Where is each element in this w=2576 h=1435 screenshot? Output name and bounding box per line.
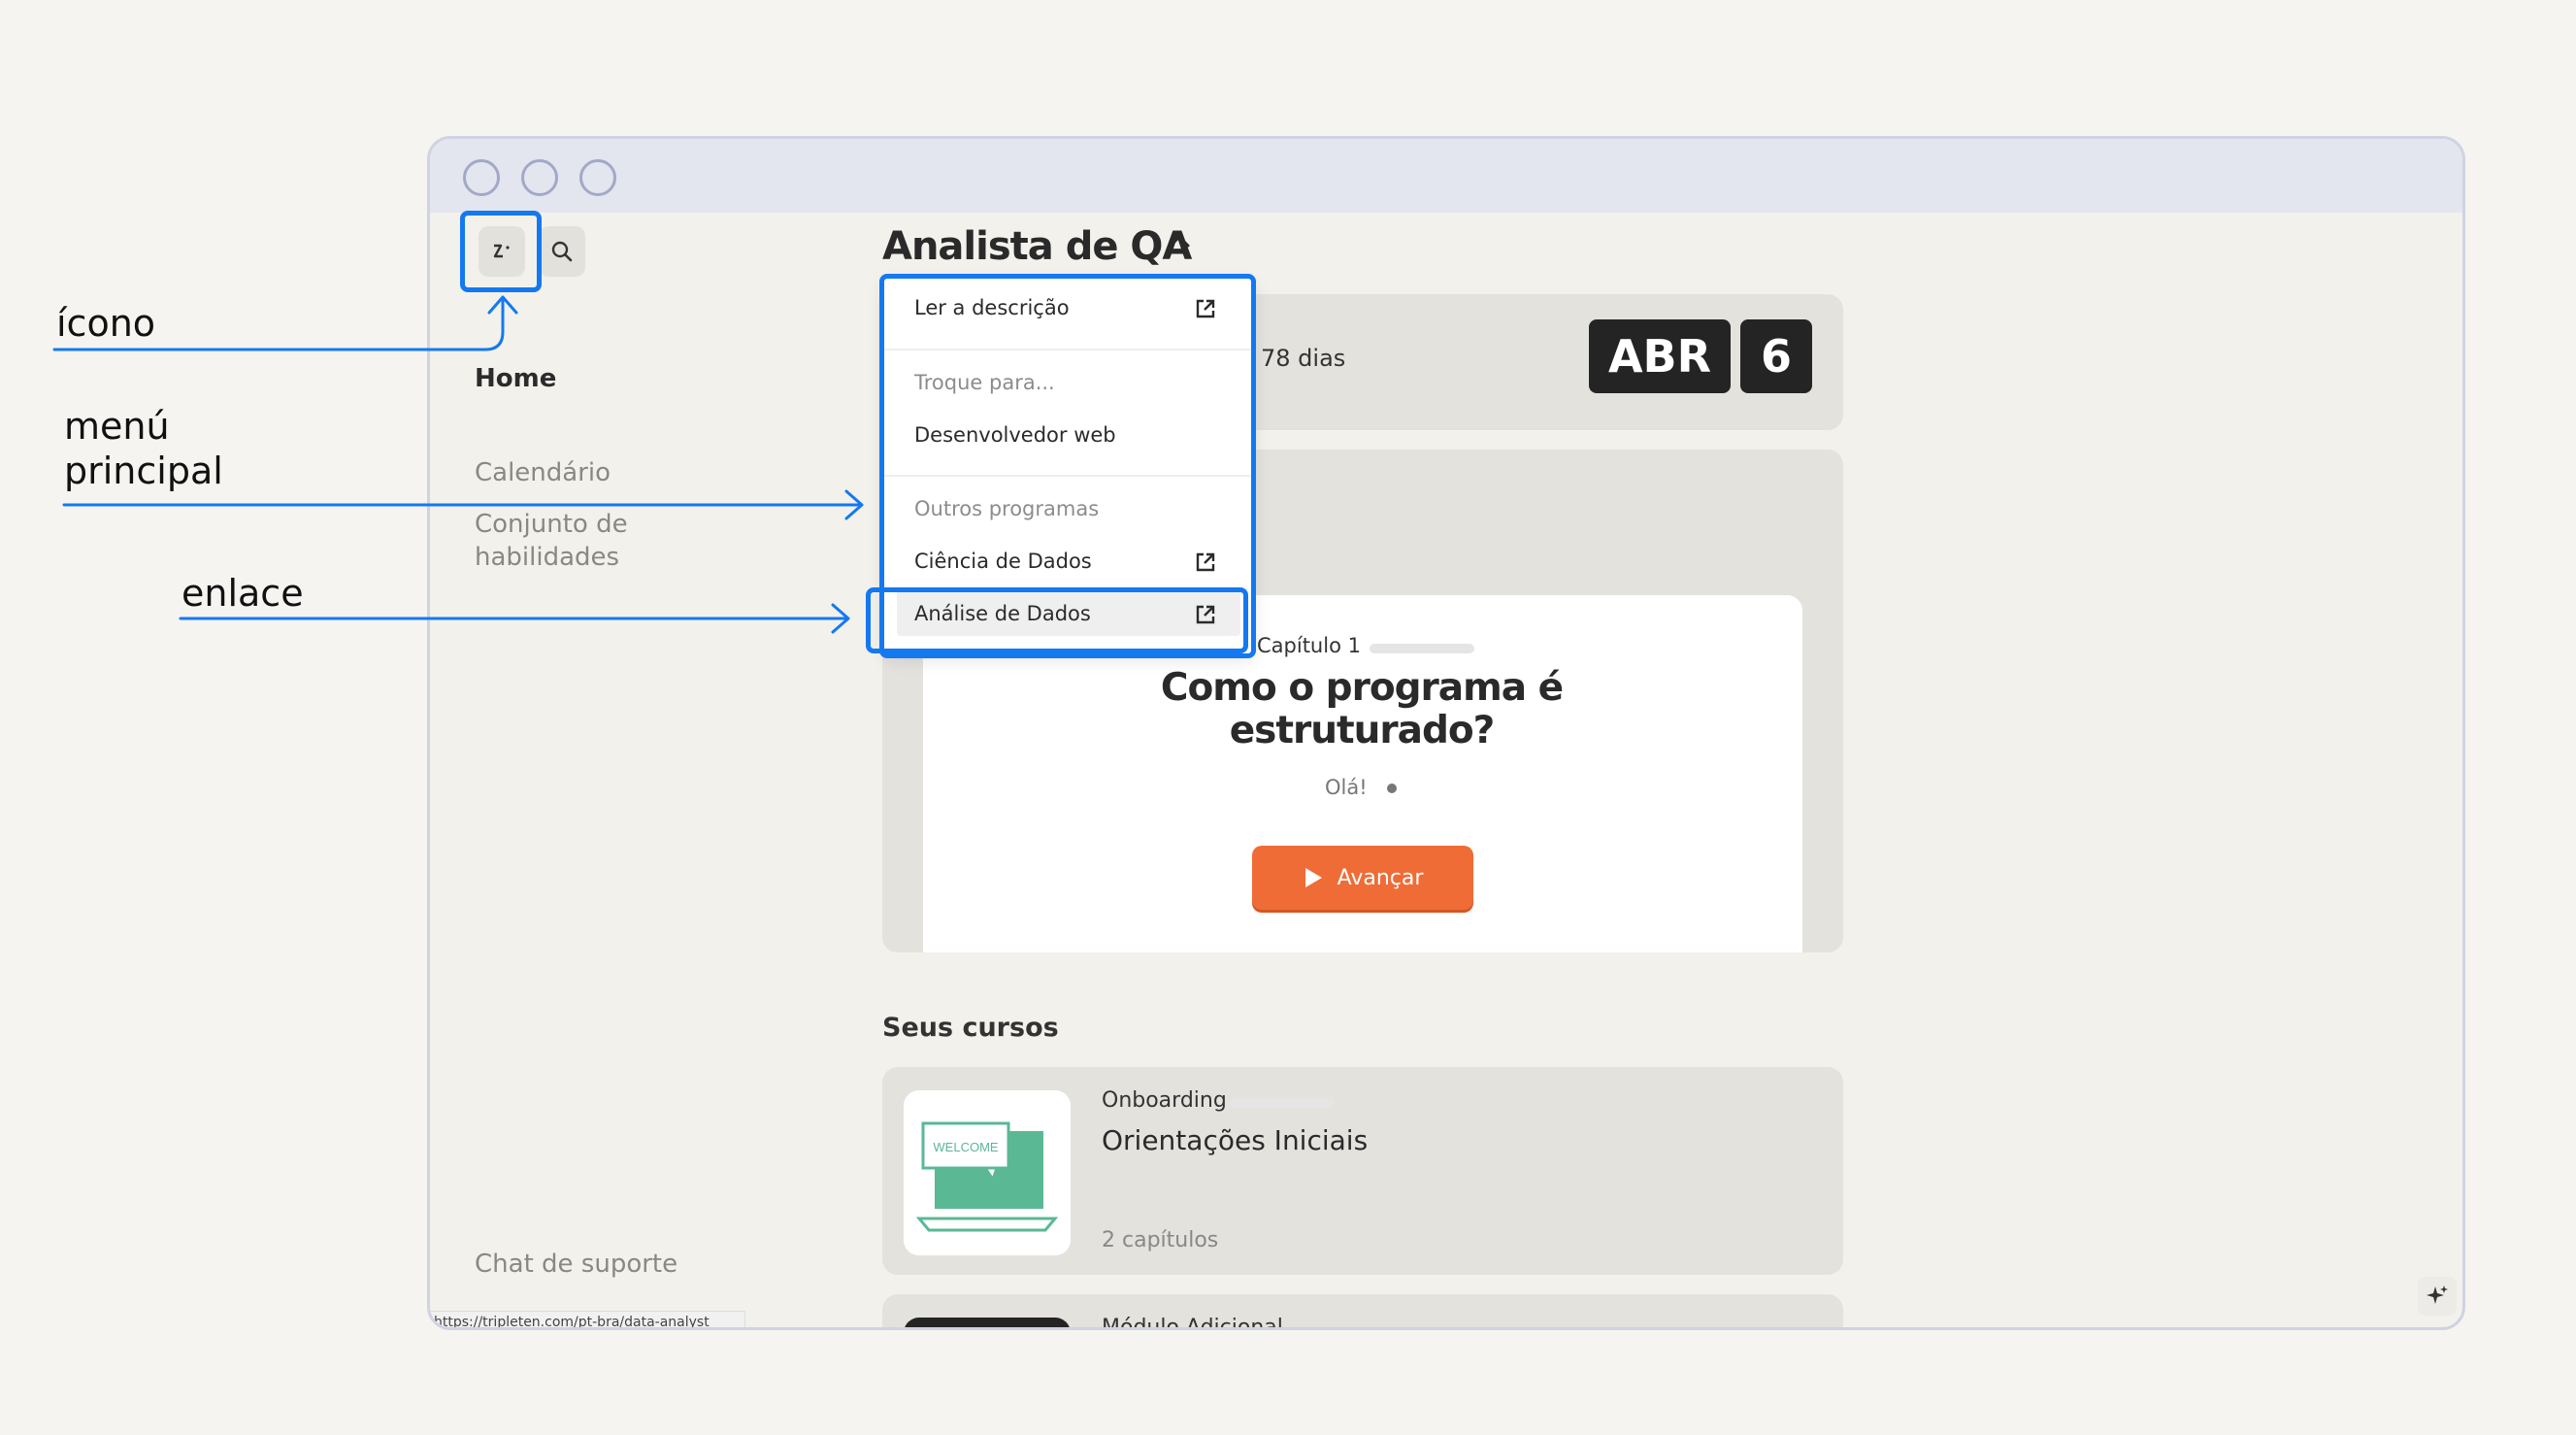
annotation-arrows [52, 295, 864, 634]
arrow-to-icon [52, 299, 505, 351]
